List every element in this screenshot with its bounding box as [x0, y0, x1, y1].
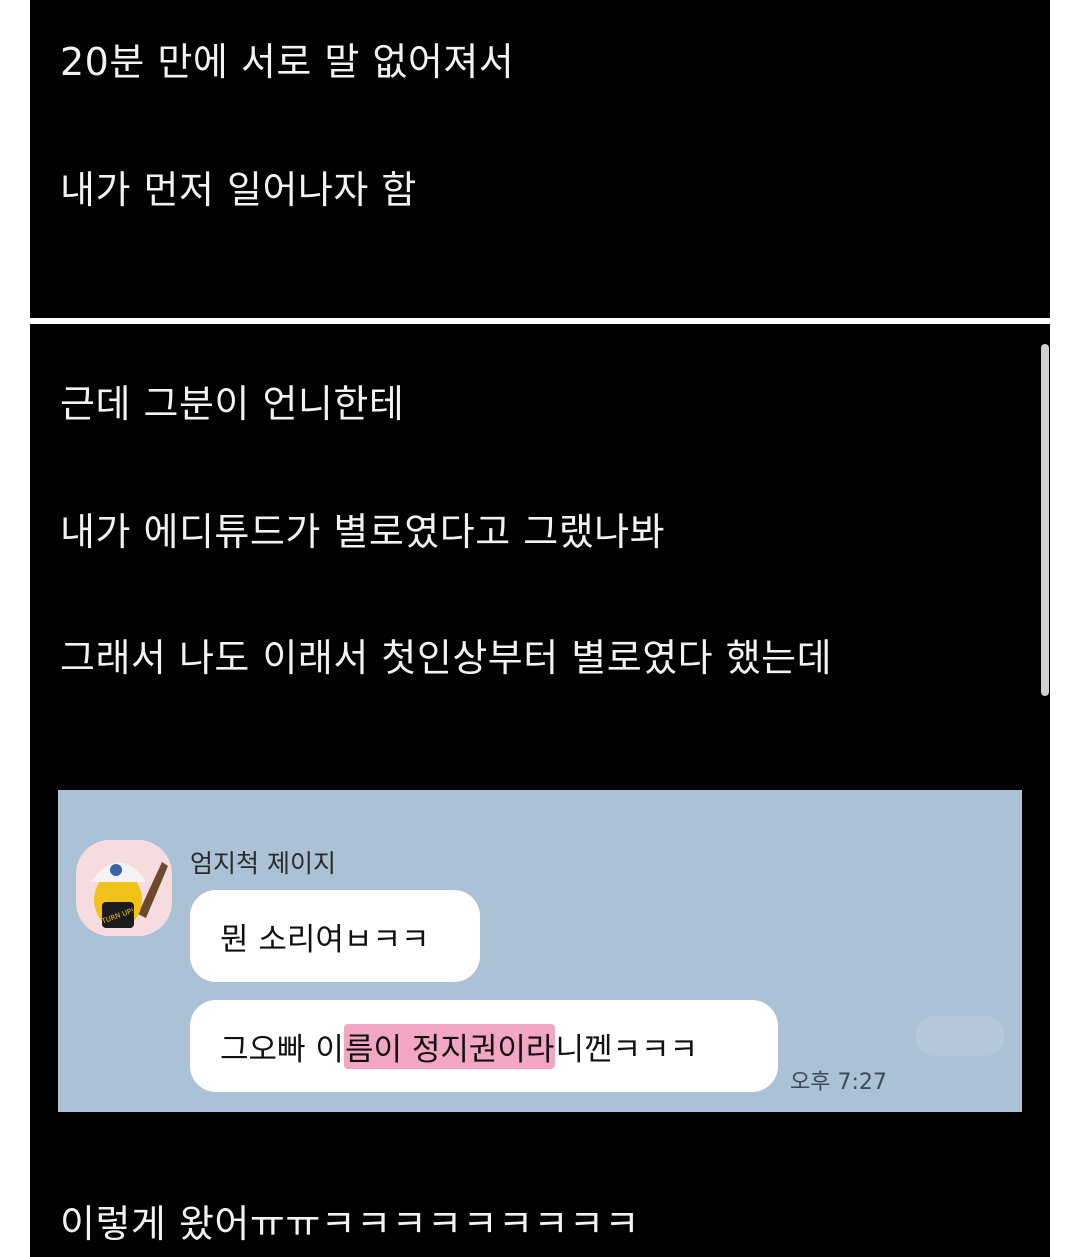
avatar[interactable]: TURN UP!	[76, 840, 172, 936]
message-bubble[interactable]: 그오빠 이 름이 정지권이라 니껜ㅋㅋㅋ	[190, 1000, 778, 1092]
blurred-element	[916, 1016, 1004, 1056]
caption-line: 그래서 나도 이래서 첫인상부터 별로였다 했는데	[60, 636, 833, 680]
scrollbar[interactable]	[1041, 344, 1049, 696]
chat-screenshot: TURN UP! 엄지척 제이지 뭔 소리여ㅂㅋㅋ 그오빠 이 름이 정지권이라 니…	[58, 790, 1022, 1112]
sender-name: 엄지척 제이지	[190, 849, 336, 878]
highlighted-text: 름이 정지권이라	[343, 1023, 556, 1069]
caption-line: 근데 그분이 언니한테	[60, 382, 405, 426]
caption-line: 내가 에디튜드가 별로였다고 그랬나봐	[60, 510, 666, 554]
message-bubble[interactable]: 뭔 소리여ㅂㅋㅋ	[190, 890, 480, 982]
message-text: 뭔 소리여ㅂㅋㅋ	[220, 921, 430, 958]
caption-line: 20분 만에 서로 말 없어져서	[60, 40, 515, 84]
message-text: 그오빠 이	[220, 1031, 344, 1068]
avatar-character-icon: TURN UP!	[76, 840, 172, 936]
caption-line: 이렇게 왔어ㅠㅠㅋㅋㅋㅋㅋㅋㅋㅋㅋ	[60, 1202, 640, 1246]
message-text: 니껜ㅋㅋㅋ	[555, 1031, 699, 1068]
top-text-panel: 20분 만에 서로 말 없어져서 내가 먼저 일어나자 함	[30, 0, 1050, 318]
message-timestamp: 오후 7:27	[790, 1070, 887, 1095]
caption-line: 내가 먼저 일어나자 함	[60, 168, 417, 212]
